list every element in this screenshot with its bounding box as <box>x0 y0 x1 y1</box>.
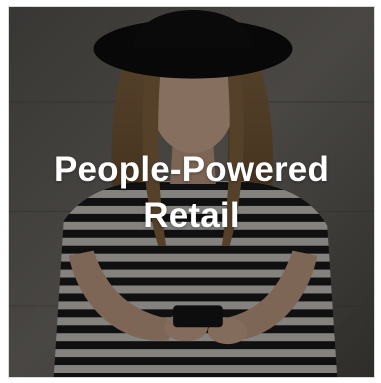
headline-line-1: People-Powered <box>53 150 330 189</box>
headline-line-2: Retail <box>143 196 240 235</box>
tile-headline: People-Powered Retail <box>9 147 374 239</box>
people-powered-retail-tile[interactable]: People-Powered Retail <box>8 6 375 378</box>
